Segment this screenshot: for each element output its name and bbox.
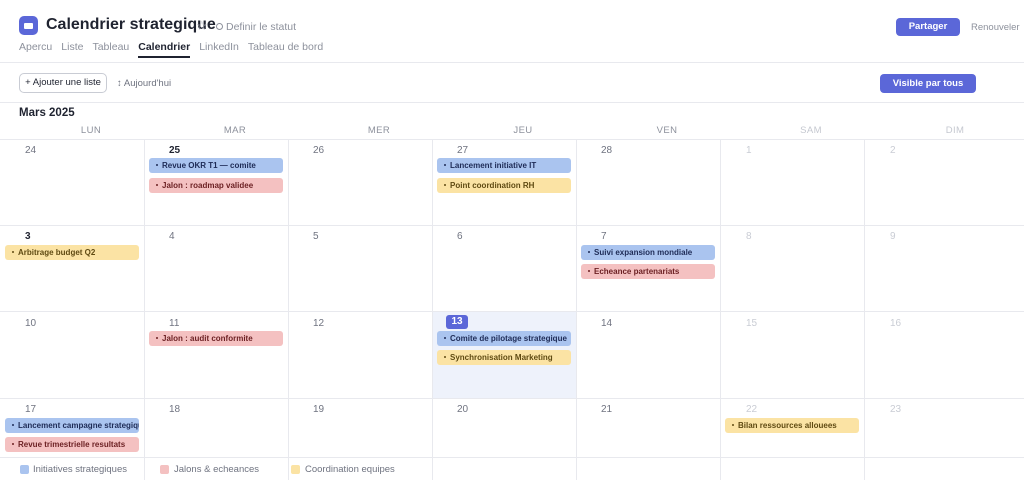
event-chip[interactable]: Revue trimestrielle resultats bbox=[5, 437, 139, 452]
day-number[interactable]: 5 bbox=[313, 231, 319, 242]
add-list-button[interactable]: + Ajouter une liste bbox=[19, 73, 107, 93]
day-number[interactable]: 27 bbox=[457, 145, 468, 156]
weekday-sun: DIM bbox=[945, 125, 965, 136]
event-chip[interactable]: Arbitrage budget Q2 bbox=[5, 245, 139, 260]
day-number[interactable]: 6 bbox=[457, 231, 463, 242]
legend-swatch bbox=[291, 465, 300, 474]
day-number[interactable]: 24 bbox=[25, 145, 36, 156]
event-chip[interactable]: Echeance partenariats bbox=[581, 264, 715, 279]
event-chip[interactable]: Lancement initiative IT bbox=[437, 158, 571, 173]
event-chip[interactable]: Revue OKR T1 — comite bbox=[149, 158, 283, 173]
weekday-fri: VEN bbox=[656, 125, 678, 136]
legend-swatch bbox=[160, 465, 169, 474]
event-chip[interactable]: Comite de pilotage strategique bbox=[437, 331, 571, 346]
weekday-tue: MAR bbox=[223, 125, 247, 136]
set-status-link[interactable]: Definir le statut bbox=[226, 21, 296, 33]
day-number[interactable]: 15 bbox=[746, 318, 757, 329]
day-number[interactable]: 12 bbox=[313, 318, 324, 329]
grid-line bbox=[0, 398, 1024, 399]
day-number[interactable]: 16 bbox=[890, 318, 901, 329]
day-number[interactable]: 11 bbox=[169, 318, 179, 329]
day-number[interactable]: 17 bbox=[25, 404, 36, 415]
legend-label: Coordination equipes bbox=[305, 464, 395, 475]
event-chip[interactable]: Jalon : roadmap validee bbox=[149, 178, 283, 193]
share-button[interactable]: Partager bbox=[896, 18, 960, 36]
grid-line bbox=[144, 139, 145, 480]
day-number[interactable]: 21 bbox=[601, 404, 612, 415]
event-chip[interactable]: Lancement campagne strategique bbox=[5, 418, 139, 433]
event-chip[interactable]: Bilan ressources allouees bbox=[725, 418, 859, 433]
status-circle-icon[interactable] bbox=[216, 23, 223, 30]
grid-line bbox=[0, 457, 1024, 458]
grid-line bbox=[0, 139, 1024, 140]
day-number[interactable]: 10 bbox=[25, 318, 36, 329]
legend-swatch bbox=[20, 465, 29, 474]
tab-linkedin[interactable]: LinkedIn bbox=[199, 41, 239, 57]
day-number[interactable]: 4 bbox=[169, 231, 175, 242]
star-icon[interactable]: ☆ bbox=[196, 18, 208, 34]
toolbar-divider bbox=[0, 102, 1024, 103]
grid-line bbox=[0, 311, 1024, 312]
renew-link[interactable]: Renouveler bbox=[971, 22, 1020, 33]
grid-line bbox=[288, 139, 289, 480]
today-button[interactable]: ↕ Aujourd'hui bbox=[117, 78, 171, 89]
month-label: Mars 2025 bbox=[19, 107, 75, 119]
weekday-mon: LUN bbox=[80, 125, 102, 136]
day-number[interactable]: 20 bbox=[457, 404, 468, 415]
grid-line bbox=[432, 139, 433, 480]
tab-apercu[interactable]: Apercu bbox=[19, 41, 52, 57]
day-number[interactable]: 23 bbox=[890, 404, 901, 415]
day-number[interactable]: 14 bbox=[601, 318, 612, 329]
legend-label: Jalons & echeances bbox=[174, 464, 260, 475]
day-number[interactable]: 25 bbox=[169, 145, 180, 156]
grid-line bbox=[0, 225, 1024, 226]
day-number[interactable]: 3 bbox=[25, 231, 31, 242]
tab-tableau[interactable]: Tableau bbox=[92, 41, 129, 57]
weekday-sat: SAM bbox=[800, 125, 822, 136]
grid-line bbox=[720, 139, 721, 480]
weekday-wed: MER bbox=[367, 125, 391, 136]
tab-calendrier[interactable]: Calendrier bbox=[138, 41, 190, 58]
weekday-thu: JEU bbox=[513, 125, 533, 136]
legend-label: Initiatives strategiques bbox=[33, 464, 127, 475]
header-divider bbox=[0, 62, 1024, 63]
day-number[interactable]: 19 bbox=[313, 404, 324, 415]
page-title: Calendrier strategique bbox=[46, 16, 216, 33]
day-number[interactable]: 26 bbox=[313, 145, 324, 156]
day-number[interactable]: 8 bbox=[746, 231, 752, 242]
view-tabs: Apercu Liste Tableau Calendrier LinkedIn… bbox=[19, 41, 332, 58]
day-number[interactable]: 2 bbox=[890, 145, 896, 156]
day-number[interactable]: 7 bbox=[601, 231, 607, 242]
visibility-button[interactable]: Visible par tous bbox=[880, 74, 976, 93]
event-chip[interactable]: Synchronisation Marketing bbox=[437, 350, 571, 365]
event-chip[interactable]: Suivi expansion mondiale bbox=[581, 245, 715, 260]
grid-line bbox=[864, 139, 865, 480]
tab-tableau-de-bord[interactable]: Tableau de bord bbox=[248, 41, 323, 57]
calendar-app-icon bbox=[19, 16, 38, 35]
today-day-number[interactable]: 13 bbox=[446, 315, 468, 329]
tab-liste[interactable]: Liste bbox=[61, 41, 83, 57]
event-chip[interactable]: Jalon : audit conformite bbox=[149, 331, 283, 346]
grid-line bbox=[576, 139, 577, 480]
day-number[interactable]: 18 bbox=[169, 404, 180, 415]
day-number[interactable]: 1 bbox=[746, 145, 752, 156]
day-number[interactable]: 28 bbox=[601, 145, 612, 156]
day-number[interactable]: 22 bbox=[746, 404, 757, 415]
event-chip[interactable]: Point coordination RH bbox=[437, 178, 571, 193]
day-number[interactable]: 9 bbox=[890, 231, 896, 242]
